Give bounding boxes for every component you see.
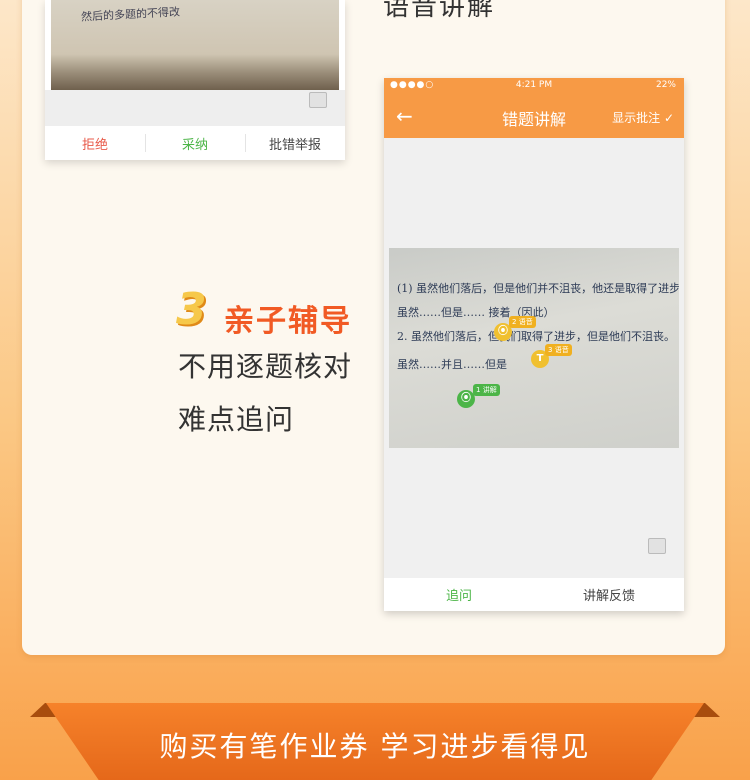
photo-handwriting: 2. 虽然他们落后，但我们取得了进步，但是他们不沮丧。 [397, 330, 675, 343]
expand-icon[interactable] [309, 92, 327, 108]
homework-photo: 然后的多题的不得改 [51, 0, 339, 90]
pin-label: 语音 [554, 346, 569, 354]
pin-label: 语音 [518, 318, 533, 326]
pin-number: 1 [476, 386, 481, 394]
feature-number: 3 [176, 284, 207, 335]
status-time: 4:21 PM [515, 80, 553, 90]
reject-button[interactable]: 拒绝 [45, 134, 145, 153]
banner-text: 购买有笔作业券 学习进步看得见 [159, 730, 591, 763]
battery-level: 22% [655, 80, 676, 90]
feature-title: 亲子辅导 [224, 304, 352, 339]
tab-divider [145, 134, 146, 152]
pin-label: 讲解 [482, 386, 497, 394]
photo-handwriting: (1) 虽然他们落后，但是他们并不沮丧，他还是取得了进步。 [397, 282, 679, 295]
feature-line: 不用逐题核对 [178, 350, 353, 383]
pin-tag: 3 语音 [545, 344, 572, 356]
promo-banner[interactable]: 购买有笔作业券 学习进步看得见 [0, 703, 750, 780]
photo-handwriting: 然后的多题的不得改 [80, 5, 181, 24]
feedback-button[interactable]: 讲解反馈 [534, 585, 684, 604]
feature-line: 难点追问 [178, 403, 295, 436]
pin-tag: 1 讲解 [473, 384, 500, 396]
pin-number: 3 [548, 346, 553, 354]
pin-number: 2 [512, 318, 517, 326]
nav-bar: ← 错题讲解 显示批注 ✓ [384, 94, 684, 138]
photo-handwriting: 虽然……并且……但是 [397, 358, 507, 371]
report-error-button[interactable]: 批错举报 [245, 134, 345, 153]
pin-tag: 2 语音 [509, 316, 536, 328]
explain-tabbar: 追问 讲解反馈 [384, 578, 684, 611]
left-phone-screen: 然后的多题的不得改 拒绝 采纳 批错举报 [45, 0, 345, 160]
status-bar: ●●●●○ 4:21 PM 22% [384, 78, 684, 94]
homework-photo: (1) 虽然他们落后，但是他们并不沮丧，他还是取得了进步。 虽然……但是…… 接… [389, 248, 679, 448]
review-tabbar: 拒绝 采纳 批错举报 [45, 126, 345, 160]
tab-divider [245, 134, 246, 152]
show-annotations-toggle[interactable]: 显示批注 ✓ [612, 109, 674, 126]
follow-up-button[interactable]: 追问 [384, 585, 534, 604]
photo-area [45, 90, 345, 126]
expand-icon[interactable] [648, 538, 666, 554]
section-heading: 语音讲解 [383, 0, 496, 22]
right-phone-screen: ●●●●○ 4:21 PM 22% ← 错题讲解 显示批注 ✓ (1) 虽然他们… [384, 78, 684, 611]
accept-button[interactable]: 采纳 [145, 134, 245, 153]
